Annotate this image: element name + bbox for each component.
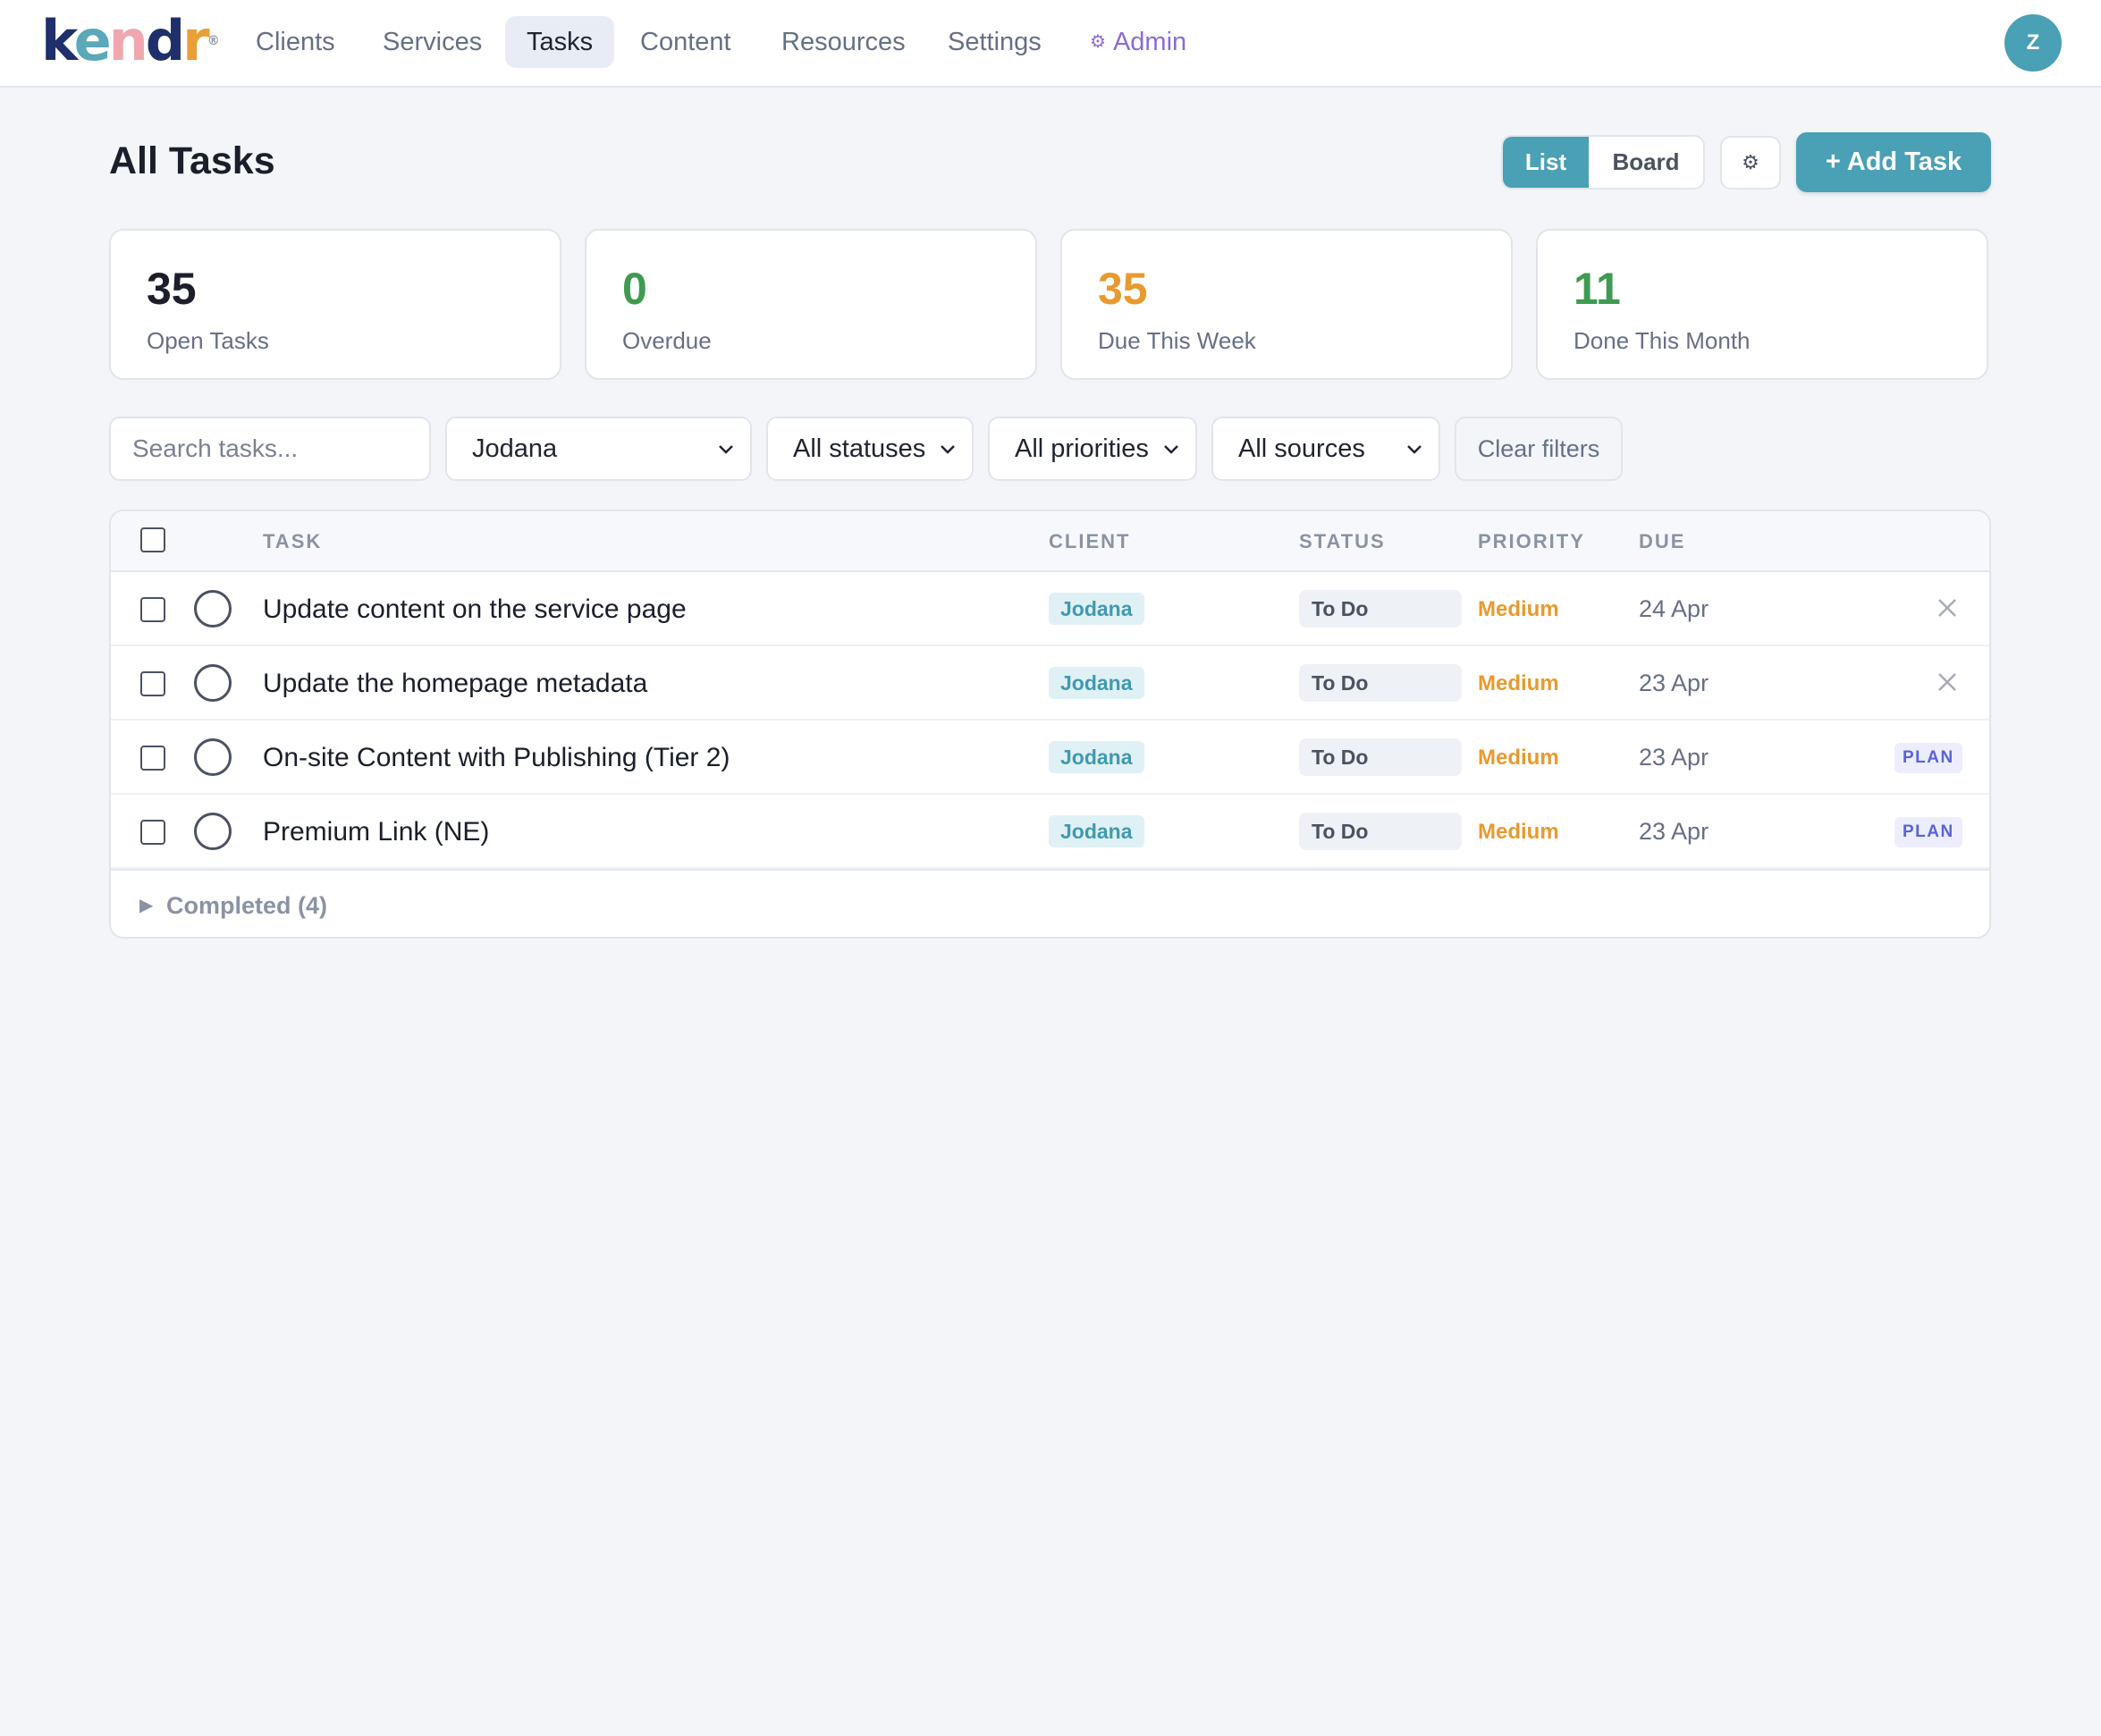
row-checkbox[interactable] bbox=[140, 746, 165, 771]
stat-value: 11 bbox=[1574, 264, 1621, 314]
task-title[interactable]: Update content on the service page bbox=[263, 572, 687, 646]
stat-label: Overdue bbox=[622, 327, 712, 354]
table-row[interactable]: On-site Content with Publishing (Tier 2)… bbox=[111, 721, 1989, 795]
stat-card-done-month: 11 Done This Month bbox=[1536, 229, 1988, 380]
completed-section-toggle[interactable]: ▶ Completed (4) bbox=[111, 869, 1989, 937]
chevron-down-icon bbox=[1164, 445, 1178, 454]
column-status[interactable]: STATUS bbox=[1299, 511, 1386, 572]
select-all-checkbox[interactable] bbox=[140, 527, 165, 552]
table-row[interactable]: Update content on the service page Jodan… bbox=[111, 572, 1989, 646]
nav-admin-label: Admin bbox=[1112, 28, 1187, 56]
status-badge[interactable]: To Do bbox=[1299, 813, 1462, 850]
chevron-down-icon bbox=[941, 445, 955, 454]
stat-card-overdue: 0 Overdue bbox=[585, 229, 1037, 380]
row-checkbox[interactable] bbox=[140, 597, 165, 622]
user-avatar[interactable]: Z bbox=[2004, 14, 2062, 72]
add-task-button[interactable]: + Add Task bbox=[1796, 132, 1991, 192]
row-checkbox[interactable] bbox=[140, 820, 165, 845]
task-table: TASK CLIENT STATUS PRIORITY DUE Update c… bbox=[109, 510, 1991, 939]
priority-label[interactable]: Medium bbox=[1478, 795, 1559, 869]
stat-value: 35 bbox=[1098, 264, 1148, 314]
status-badge[interactable]: To Do bbox=[1299, 664, 1462, 702]
due-date: 23 Apr bbox=[1639, 670, 1709, 696]
source-filter-value: All sources bbox=[1238, 434, 1365, 463]
task-title[interactable]: On-site Content with Publishing (Tier 2) bbox=[263, 721, 730, 795]
chevron-down-icon bbox=[1407, 445, 1422, 454]
gear-icon: ⚙ bbox=[1090, 32, 1106, 52]
complete-toggle[interactable] bbox=[194, 590, 232, 628]
nav-clients[interactable]: Clients bbox=[234, 16, 357, 68]
client-filter-select[interactable]: Jodana bbox=[445, 417, 752, 481]
table-row[interactable]: Update the homepage metadata Jodana To D… bbox=[111, 646, 1989, 721]
source-filter-select[interactable]: All sources bbox=[1211, 417, 1440, 481]
kendr-logo[interactable]: kendr® bbox=[41, 13, 220, 69]
top-nav: kendr® Clients Services Tasks Content Re… bbox=[0, 0, 2101, 88]
chevron-down-icon bbox=[719, 445, 733, 454]
stat-label: Done This Month bbox=[1574, 327, 1751, 354]
row-checkbox[interactable] bbox=[140, 671, 165, 696]
column-priority[interactable]: PRIORITY bbox=[1478, 511, 1585, 572]
client-filter-value: Jodana bbox=[472, 434, 558, 463]
plan-badge[interactable]: PLAN bbox=[1894, 817, 1962, 847]
column-client[interactable]: CLIENT bbox=[1049, 511, 1130, 572]
search-input[interactable] bbox=[109, 417, 431, 481]
page-title: All Tasks bbox=[109, 139, 275, 182]
view-board-button[interactable]: Board bbox=[1589, 137, 1703, 188]
status-filter-value: All statuses bbox=[793, 434, 926, 463]
task-title[interactable]: Premium Link (NE) bbox=[263, 795, 489, 869]
due-date: 24 Apr bbox=[1639, 595, 1709, 622]
stat-card-open: 35 Open Tasks bbox=[109, 229, 561, 380]
close-icon[interactable] bbox=[1931, 592, 1963, 624]
table-header: TASK CLIENT STATUS PRIORITY DUE bbox=[111, 511, 1989, 572]
client-badge: Jodana bbox=[1049, 667, 1144, 699]
completed-label: Completed (4) bbox=[166, 892, 328, 919]
priority-label[interactable]: Medium bbox=[1478, 646, 1559, 721]
close-icon[interactable] bbox=[1931, 666, 1963, 698]
plan-badge[interactable]: PLAN bbox=[1894, 743, 1962, 773]
complete-toggle[interactable] bbox=[194, 813, 232, 850]
column-due[interactable]: DUE bbox=[1639, 511, 1685, 572]
stat-value: 0 bbox=[622, 264, 647, 314]
status-badge[interactable]: To Do bbox=[1299, 738, 1462, 776]
due-date: 23 Apr bbox=[1639, 818, 1709, 845]
view-toggle: List Board bbox=[1501, 135, 1705, 190]
task-title[interactable]: Update the homepage metadata bbox=[263, 646, 647, 721]
due-date: 23 Apr bbox=[1639, 744, 1709, 771]
table-row[interactable]: Premium Link (NE) Jodana To Do Medium 23… bbox=[111, 795, 1989, 869]
column-task[interactable]: TASK bbox=[263, 511, 322, 572]
clear-filters-button[interactable]: Clear filters bbox=[1455, 417, 1623, 481]
priority-label[interactable]: Medium bbox=[1478, 572, 1559, 646]
client-badge: Jodana bbox=[1049, 593, 1144, 625]
table-settings-button[interactable]: ⚙ bbox=[1720, 136, 1781, 190]
caret-right-icon: ▶ bbox=[139, 896, 154, 915]
stat-value: 35 bbox=[147, 264, 197, 314]
status-filter-select[interactable]: All statuses bbox=[766, 417, 974, 481]
nav-resources[interactable]: Resources bbox=[760, 16, 927, 68]
status-badge[interactable]: To Do bbox=[1299, 590, 1462, 628]
nav-content[interactable]: Content bbox=[619, 16, 753, 68]
nav-settings[interactable]: Settings bbox=[926, 16, 1063, 68]
nav-tasks[interactable]: Tasks bbox=[505, 16, 615, 68]
priority-label[interactable]: Medium bbox=[1478, 721, 1559, 795]
stat-label: Due This Week bbox=[1098, 327, 1256, 354]
view-list-button[interactable]: List bbox=[1503, 137, 1589, 188]
complete-toggle[interactable] bbox=[194, 664, 232, 702]
priority-filter-value: All priorities bbox=[1015, 434, 1149, 463]
priority-filter-select[interactable]: All priorities bbox=[988, 417, 1197, 481]
client-badge: Jodana bbox=[1049, 741, 1144, 773]
stat-card-due-week: 35 Due This Week bbox=[1060, 229, 1513, 380]
nav-admin[interactable]: ⚙ Admin bbox=[1068, 16, 1208, 68]
client-badge: Jodana bbox=[1049, 815, 1144, 847]
nav-services[interactable]: Services bbox=[361, 16, 503, 68]
gear-icon: ⚙ bbox=[1742, 151, 1759, 173]
complete-toggle[interactable] bbox=[194, 738, 232, 776]
stat-label: Open Tasks bbox=[147, 327, 269, 354]
